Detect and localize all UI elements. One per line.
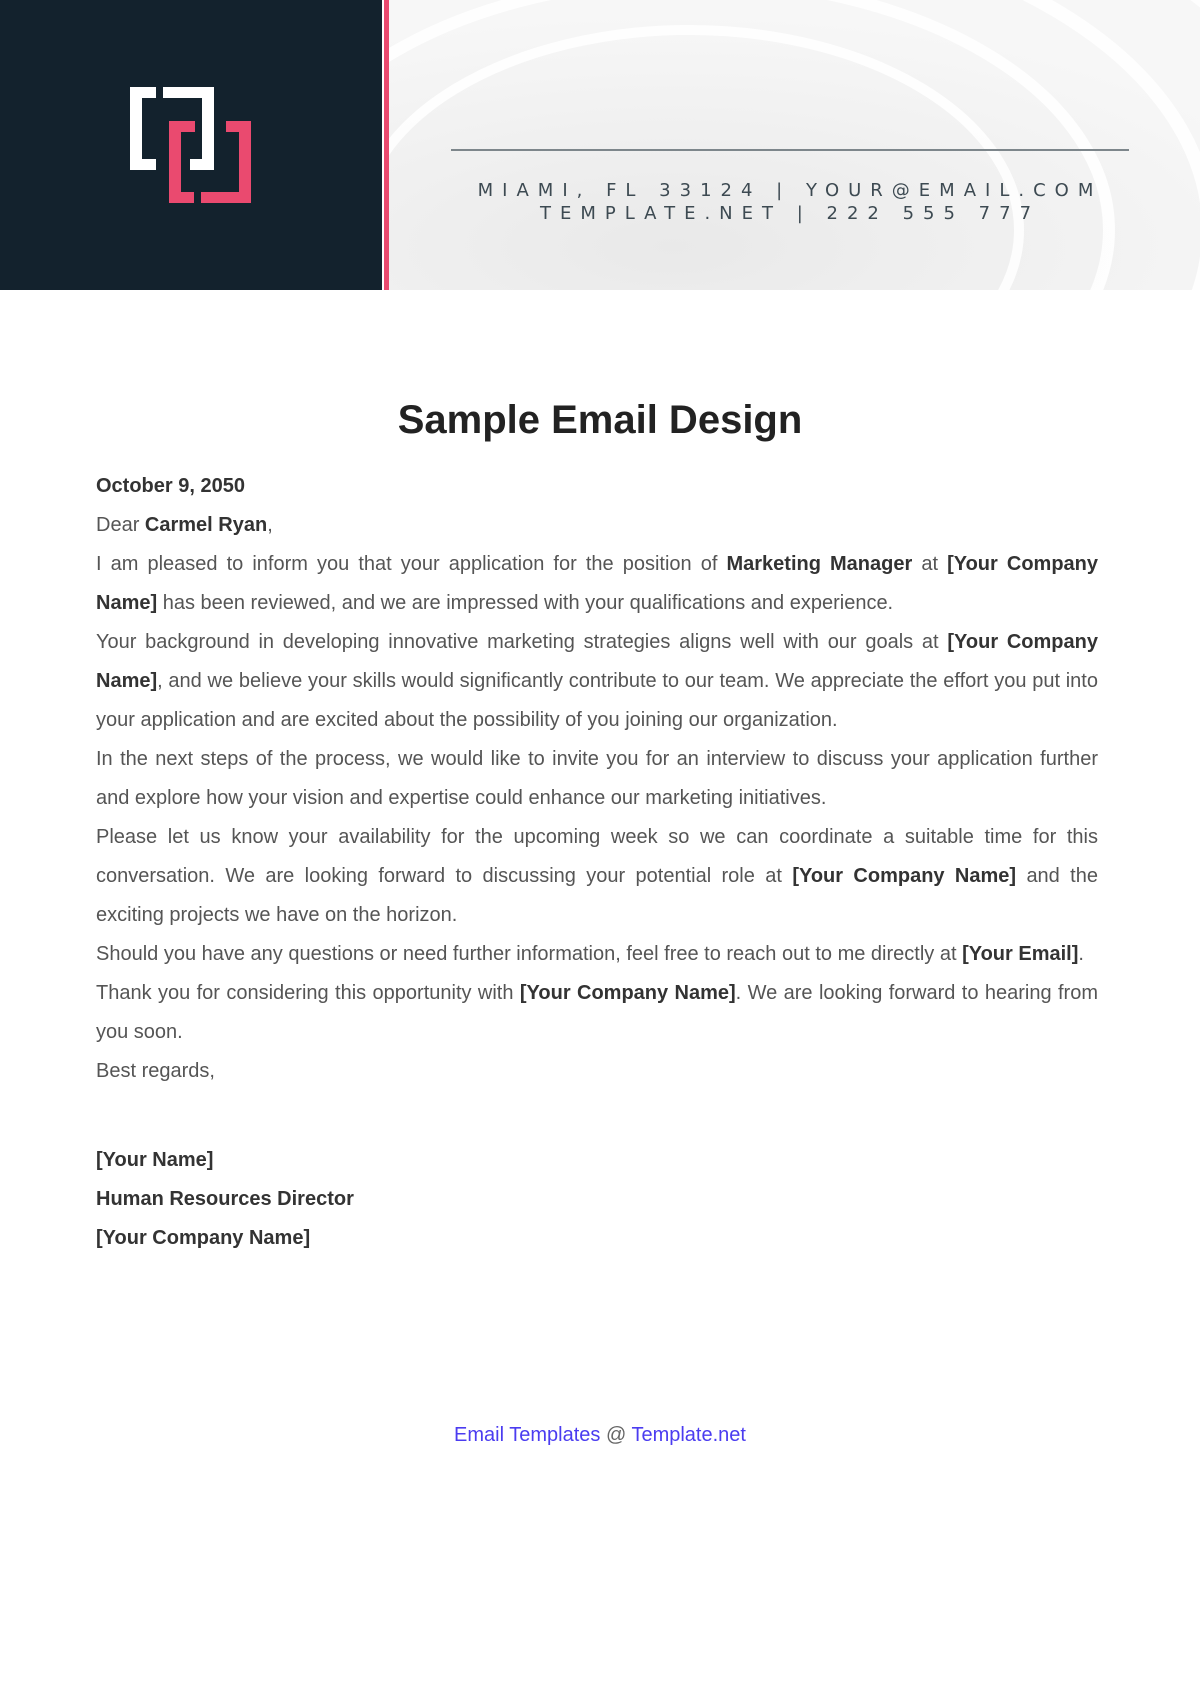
company-placeholder: [Your Company Name] — [792, 865, 1017, 887]
signature-spacer — [96, 1091, 1098, 1141]
letterhead: MIAMI, FL 33124 | YOUR@EMAIL.COM TEMPLAT… — [0, 0, 1200, 290]
company-placeholder: [Your Company Name] — [519, 982, 736, 1004]
paragraph-3: In the next steps of the process, we wou… — [96, 740, 1098, 818]
contact-divider — [451, 149, 1129, 151]
paragraph-text: has been reviewed, and we are impressed … — [157, 592, 894, 614]
email-placeholder: [Your Email] — [962, 943, 1079, 965]
paragraph-1: I am pleased to inform you that your app… — [96, 545, 1098, 623]
document-title: Sample Email Design — [397, 398, 803, 442]
paragraph-text: Your background in developing innovative… — [96, 631, 948, 653]
email-templates-link[interactable]: Email Templates — [454, 1424, 600, 1446]
paragraph-2: Your background in developing innovative… — [96, 623, 1098, 740]
paragraph-4: Please let us know your availability for… — [96, 818, 1098, 935]
paragraph-text: at — [912, 553, 948, 575]
recipient-name: Carmel Ryan — [144, 514, 268, 536]
paragraph-6: Thank you for considering this opportuni… — [96, 974, 1098, 1052]
footer-separator: @ — [600, 1424, 632, 1446]
brand-logo-icon — [130, 87, 251, 203]
paragraph-text: Should you have any questions or need fu… — [96, 943, 963, 965]
paragraph-text: I am pleased to inform you that your app… — [96, 553, 727, 575]
footer-credit: Email Templates @ Template.net — [0, 1420, 1200, 1450]
salutation-prefix: Dear — [96, 514, 145, 536]
letter-date: October 9, 2050 — [96, 475, 245, 497]
letter-body: October 9, 2050 Dear Carmel Ryan, I am p… — [96, 467, 1098, 1258]
position-name: Marketing Manager — [726, 553, 913, 575]
template-net-link[interactable]: Template.net — [631, 1424, 746, 1446]
contact-address-email: MIAMI, FL 33124 | YOUR@EMAIL.COM — [477, 180, 1103, 201]
paragraph-text: Thank you for considering this opportuni… — [96, 982, 520, 1004]
signature-role: Human Resources Director — [96, 1188, 354, 1210]
paragraph-5: Should you have any questions or need fu… — [96, 935, 1098, 974]
decorative-arcs — [389, 0, 1200, 290]
paragraph-text: , and we believe your skills would signi… — [96, 670, 1098, 731]
paragraph-text: . — [1078, 943, 1084, 965]
salutation-suffix: , — [267, 514, 273, 536]
header-background — [389, 0, 1200, 290]
signature-company: [Your Company Name] — [96, 1227, 311, 1249]
signature-name: [Your Name] — [96, 1149, 214, 1171]
contact-website-phone: TEMPLATE.NET | 222 555 777 — [539, 203, 1041, 224]
salutation: Dear Carmel Ryan, — [96, 506, 1098, 545]
closing: Best regards, — [96, 1060, 215, 1082]
paragraph-text: In the next steps of the process, we wou… — [96, 748, 1098, 809]
